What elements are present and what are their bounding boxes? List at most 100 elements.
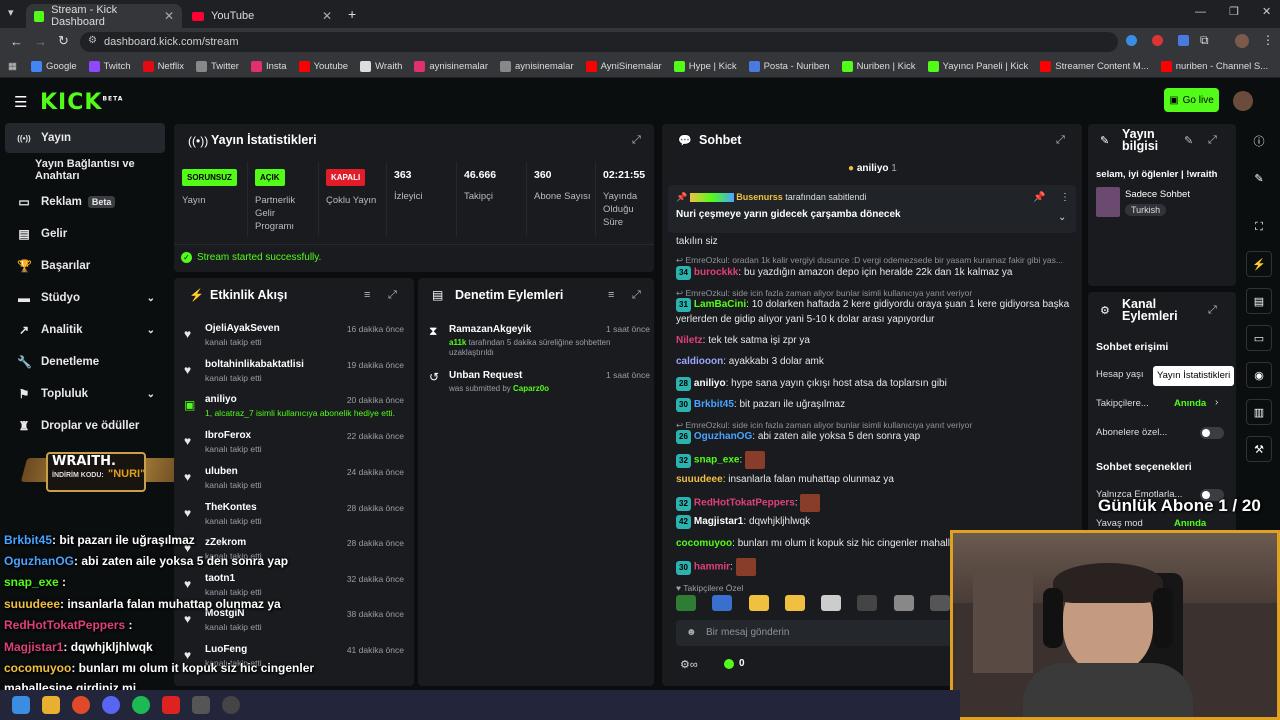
mod-action-user[interactable]: a11k (449, 338, 466, 347)
sidebar-item[interactable]: ⚑ Topluluk ⌄ (5, 379, 165, 409)
bookmark-item[interactable]: nuriben - Channel S... (1160, 61, 1268, 72)
event-user[interactable]: taotn1 (205, 573, 235, 584)
chat-username[interactable]: Magjistar1 (694, 516, 743, 527)
bookmark-item[interactable]: aynisinemalar (500, 61, 574, 72)
spotify-icon[interactable] (132, 696, 150, 714)
close-tab-icon[interactable]: ✕ (164, 9, 174, 23)
slow-mode-value[interactable]: Anında (1174, 518, 1206, 529)
chevron-right-icon[interactable]: › (1215, 397, 1218, 408)
file-explorer-icon[interactable] (42, 696, 60, 714)
profile-avatar[interactable] (1235, 34, 1249, 48)
bookmark-item[interactable]: Nuriben | Kick (841, 61, 916, 72)
app-icon[interactable] (192, 696, 210, 714)
extensions-puzzle-icon[interactable]: ⧉ (1200, 33, 1209, 48)
event-user[interactable]: TheKontes (205, 502, 257, 513)
bookmark-item[interactable]: Streamer Content M... (1040, 61, 1149, 72)
chevron-down-icon[interactable]: ⌄ (147, 325, 155, 336)
mod-action-user[interactable]: Caparz0o (513, 384, 549, 393)
subscribers-only-toggle[interactable] (1200, 427, 1224, 439)
address-bar[interactable]: ⚙ dashboard.kick.com/stream (80, 32, 1118, 52)
close-window-icon[interactable]: ✕ (1262, 5, 1271, 18)
sidebar-item[interactable]: 🏆 Başarılar (5, 251, 165, 281)
filter-icon[interactable]: ≡ (364, 289, 370, 301)
emote-button[interactable] (929, 595, 950, 611)
extension-icon[interactable] (1126, 35, 1137, 46)
sidebar-item[interactable]: ▤ Gelir (5, 219, 165, 249)
menu-kebab-icon[interactable]: ⋮ (1262, 33, 1274, 47)
sidebar-item[interactable]: ♜ Droplar ve ödüller (5, 411, 165, 441)
bookmark-item[interactable]: Google (30, 61, 77, 72)
expand-icon[interactable]: ⤢ (632, 134, 641, 147)
obs-icon[interactable] (222, 696, 240, 714)
info-icon[interactable]: ⓘ (1246, 128, 1272, 154)
fullscreen-icon[interactable]: ⛶ (1246, 214, 1272, 240)
tab-youtube[interactable]: YouTube ✕ (184, 4, 340, 28)
chat-username[interactable]: burockkk (694, 267, 738, 278)
expand-icon[interactable]: ⤢ (388, 289, 397, 302)
bookmark-item[interactable]: Posta - Nuriben (748, 61, 830, 72)
maximize-icon[interactable]: ❐ (1229, 5, 1239, 18)
edit-icon[interactable]: ✎ (1184, 134, 1193, 147)
bookmark-item[interactable]: Insta (250, 61, 287, 72)
more-options-icon[interactable]: ⋮ (1060, 192, 1070, 203)
emote-button[interactable] (893, 595, 914, 611)
event-user[interactable]: boltahinlikabaktatlisi (205, 359, 304, 370)
chat-bubble-icon[interactable]: ▭ (1246, 325, 1272, 351)
extension-icon[interactable] (1152, 35, 1163, 46)
pin-icon[interactable]: 📌 (1033, 192, 1045, 203)
server-icon[interactable]: ▥ (1246, 399, 1272, 425)
pinned-by-user[interactable]: Busenurss (736, 192, 783, 202)
emote-button[interactable] (821, 595, 842, 611)
chat-username[interactable]: caldiooon (676, 356, 723, 367)
chevron-down-icon[interactable]: ⌄ (147, 389, 155, 400)
chat-username[interactable]: hammir (694, 562, 730, 573)
emote-button[interactable] (784, 595, 805, 611)
chat-settings-icon[interactable]: ⚙∞ (680, 658, 698, 671)
emote-button[interactable] (857, 595, 878, 611)
tab-search-icon[interactable]: ▾ (8, 6, 14, 19)
user-avatar[interactable] (1233, 91, 1253, 111)
event-user[interactable]: IbroFerox (205, 430, 251, 441)
site-info-icon[interactable]: ⚙ (88, 35, 97, 46)
bookmark-item[interactable]: AyniSinemalar (585, 61, 662, 72)
bookmark-item[interactable]: Youtube (298, 61, 348, 72)
chat-username[interactable]: OguzhanOG (694, 431, 752, 442)
expand-icon[interactable]: ⤢ (1208, 134, 1217, 147)
sidebar-item[interactable]: Yayın Bağlantısı ve Anahtarı (5, 155, 165, 185)
category-name[interactable]: Sadece Sohbet (1125, 189, 1190, 200)
discord-icon[interactable] (102, 696, 120, 714)
hamburger-menu-icon[interactable]: ☰ (14, 93, 27, 111)
bookmark-item[interactable]: Twitch (88, 61, 131, 72)
chat-username[interactable]: suuudeee (676, 474, 723, 485)
chat-username[interactable]: snap_exe (694, 455, 740, 466)
sidebar-item[interactable]: ((•)) Yayın (5, 123, 165, 153)
kick-logo[interactable]: KICKBETA (40, 90, 123, 115)
chat-username[interactable]: aniliyo (694, 378, 726, 389)
back-icon[interactable]: ← (10, 34, 23, 49)
forward-icon[interactable]: → (34, 34, 47, 49)
list-icon[interactable]: ▤ (1246, 288, 1272, 314)
event-user[interactable]: aniliyo (205, 394, 237, 405)
sidebar-item[interactable]: 🔧 Denetleme (5, 347, 165, 377)
chevron-down-icon[interactable]: ⌄ (147, 293, 155, 304)
sidebar-item[interactable]: ▬ Stüdyo ⌄ (5, 283, 165, 313)
reload-icon[interactable]: ↻ (58, 33, 69, 49)
chrome-icon[interactable] (72, 696, 90, 714)
filter-icon[interactable]: ≡ (608, 289, 614, 301)
event-user[interactable]: LuoFeng (205, 644, 247, 655)
event-user[interactable]: uluben (205, 466, 238, 477)
bookmark-item[interactable]: Twitter (195, 61, 239, 72)
chat-username[interactable]: RedHotTokatPeppers (694, 498, 795, 509)
sidebar-item[interactable]: ↗ Analitik ⌄ (5, 315, 165, 345)
event-user[interactable]: zZekrom (205, 537, 246, 548)
app-icon[interactable] (162, 696, 180, 714)
extension-icon[interactable] (1178, 35, 1189, 46)
emote-button[interactable] (676, 595, 696, 611)
broadcast-icon[interactable]: ◉ (1246, 362, 1272, 388)
bookmark-item[interactable]: Netflix (142, 61, 184, 72)
tab-kick-dashboard[interactable]: Stream - Kick Dashboard ✕ (26, 4, 182, 28)
emote-button[interactable] (748, 595, 769, 611)
windows-start-icon[interactable] (12, 696, 30, 714)
event-user[interactable]: OjeliAyakSeven (205, 323, 280, 334)
chat-username[interactable]: Niletz (676, 335, 703, 346)
